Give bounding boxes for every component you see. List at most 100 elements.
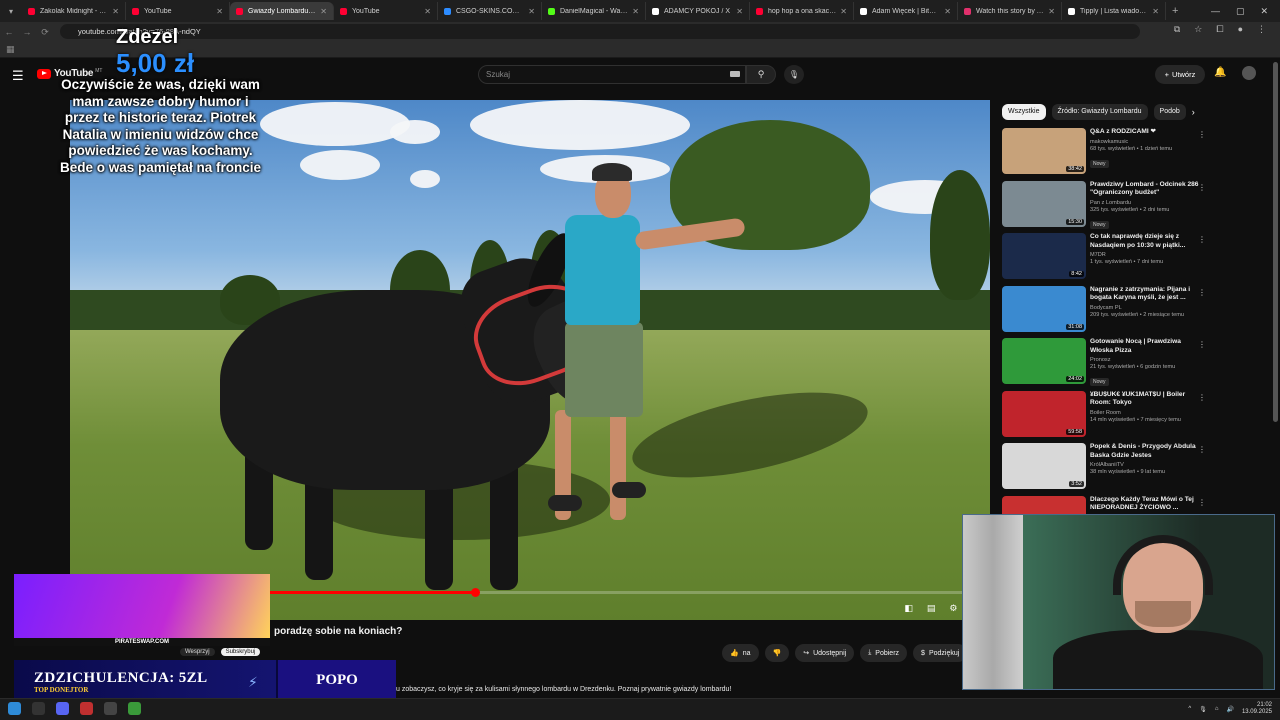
discord-icon[interactable] <box>56 702 69 715</box>
more-options-icon[interactable]: ⋮ <box>1198 130 1206 139</box>
autoplay-toggle-icon[interactable]: ◧ <box>904 603 913 614</box>
join-button[interactable]: Wesprzyj <box>180 648 215 656</box>
recommended-title[interactable]: Nagranie z zatrzymania: Pijana i bogata … <box>1090 286 1200 303</box>
url-input[interactable]: youtube.com/watch?v=76-88A-ndQY <box>60 24 1140 39</box>
tab-close-icon[interactable]: ✕ <box>1048 7 1055 16</box>
video-thumbnail[interactable]: 38:42 <box>1002 128 1086 174</box>
browser-menu-icon[interactable]: ⋮ <box>1257 24 1266 35</box>
notifications-bell-icon[interactable]: 🔔 <box>1214 67 1226 78</box>
recommended-channel[interactable]: KrólAlbaniiTV <box>1090 462 1200 468</box>
recommended-video[interactable]: 8:42 Co tak naprawdę dzieje się z Nasdaqi… <box>1002 233 1247 281</box>
recommended-video[interactable]: 59:58 ¥BU$UK€ ¥UK1MAT$U | Boiler Room: To… <box>1002 390 1247 439</box>
more-options-icon[interactable]: ⋮ <box>1198 235 1206 244</box>
share-button[interactable]: ↪ Udostępnij <box>795 644 855 662</box>
taskbar-app-icon[interactable] <box>32 702 45 715</box>
tab-close-icon[interactable]: ✕ <box>320 7 327 16</box>
recommended-channel[interactable]: Pronosz <box>1090 357 1200 363</box>
cast-icon[interactable]: ⧉ <box>1174 24 1180 35</box>
recommended-channel[interactable]: makowkamusic <box>1090 139 1200 145</box>
chrome-icon[interactable] <box>128 702 141 715</box>
browser-tab[interactable]: Adam Więcek | Bitmy kowal ✕ <box>854 2 958 20</box>
voice-search-button[interactable]: 🎙 <box>784 65 804 84</box>
browser-tab[interactable]: DanielMagical - Watch cli✕ <box>542 2 646 20</box>
browser-tab[interactable]: Zakolak Midnight - Łysy V ✕ <box>22 2 126 20</box>
mic-tray-icon[interactable]: 🎙 <box>1199 706 1207 713</box>
chip-all[interactable]: Wszystkie <box>1002 104 1046 120</box>
subscribe-button[interactable]: Subskrybuj <box>220 648 261 656</box>
video-thumbnail[interactable]: 59:58 <box>1002 390 1086 437</box>
tray-chevron-icon[interactable]: ^ <box>1188 706 1191 712</box>
recommended-title[interactable]: Co tak naprawdę dzieje się z Nasdaqiem p… <box>1090 233 1200 250</box>
more-options-icon[interactable]: ⋮ <box>1198 288 1206 297</box>
browser-tab[interactable]: ADAMCY POKOJ / X ✕ <box>646 2 750 20</box>
chevron-right-icon[interactable]: › <box>1192 104 1195 120</box>
download-button[interactable]: ⤓ Pobierz <box>860 644 908 662</box>
video-thumbnail[interactable]: 8:42 <box>1002 233 1086 279</box>
recommended-channel[interactable]: Boiler Room <box>1090 410 1200 416</box>
like-button[interactable]: 👍 na <box>722 644 759 662</box>
video-thumbnail[interactable]: 15:30 <box>1002 180 1086 227</box>
recommended-channel[interactable]: Bodycam PL <box>1090 305 1200 311</box>
recommended-title[interactable]: Gotowanie Nocą | Prawdziwa Włoska Pizza <box>1090 338 1200 355</box>
create-button[interactable]: + Utwórz <box>1155 65 1205 84</box>
more-options-icon[interactable]: ⋮ <box>1198 183 1206 192</box>
recommended-title[interactable]: ¥BU$UK€ ¥UK1MAT$U | Boiler Room: Tokyo <box>1090 391 1200 408</box>
tab-search-icon[interactable]: ▾ <box>0 0 22 22</box>
recommended-title[interactable]: Q&A z RODZICAMI ❤ <box>1090 128 1200 137</box>
volume-icon[interactable]: 🔊 <box>1226 706 1233 713</box>
close-window-icon[interactable]: ✕ <box>1260 6 1268 17</box>
tab-close-icon[interactable]: ✕ <box>944 7 951 16</box>
tab-close-icon[interactable]: ✕ <box>112 7 119 16</box>
back-icon[interactable]: ← <box>0 27 18 37</box>
recommended-video[interactable]: 3:52 Popek & Denis - Przygody Abdula Bask… <box>1002 443 1247 491</box>
search-input[interactable]: Szukaj <box>478 65 746 84</box>
keyboard-icon[interactable] <box>730 71 740 77</box>
video-description[interactable]: u zobaczysz, co kryje się za kulisami sł… <box>396 686 731 693</box>
recommended-video[interactable]: 31:08 Nagranie z zatrzymania: Pijana i bo… <box>1002 285 1247 334</box>
more-options-icon[interactable]: ⋮ <box>1198 498 1206 507</box>
search-button[interactable]: ⚲ <box>746 65 776 84</box>
recommended-channel[interactable]: Pan z Lombardu <box>1090 200 1200 206</box>
chip-similar[interactable]: Podob <box>1153 104 1186 120</box>
thanks-button[interactable]: $ Podziękuj <box>913 644 968 662</box>
browser-tab[interactable]: YouTube ✕ <box>334 2 438 20</box>
video-thumbnail[interactable]: 3:52 <box>1002 443 1086 489</box>
settings-gear-icon[interactable]: ⚙ <box>949 603 957 614</box>
video-thumbnail[interactable]: 24:02 <box>1002 338 1086 384</box>
recommended-title[interactable]: Dlaczego Każdy Teraz Mówi o Tej NIEPORAD… <box>1090 496 1200 513</box>
taskbar-clock[interactable]: 21:02 13.09.2025 <box>1242 702 1272 716</box>
video-scrubber-handle[interactable] <box>470 588 480 597</box>
recommended-video[interactable]: 38:42 Q&A z RODZICAMI ❤ makowkamusic 68 tys… <box>1002 128 1247 176</box>
recommended-title[interactable]: Popek & Denis - Przygody Abdula Baska Gd… <box>1090 443 1200 460</box>
browser-tab[interactable]: CSGO-SKINS.COM - Najle ✕ <box>438 2 542 20</box>
extensions-icon[interactable]: ⧠ <box>1216 24 1223 35</box>
network-icon[interactable]: ⌂ <box>1215 706 1219 712</box>
more-options-icon[interactable]: ⋮ <box>1198 445 1206 454</box>
windows-start-icon[interactable] <box>8 702 21 715</box>
maximize-icon[interactable]: ▢ <box>1236 6 1245 17</box>
tab-close-icon[interactable]: ✕ <box>736 7 743 16</box>
tab-close-icon[interactable]: ✕ <box>528 7 535 16</box>
more-options-icon[interactable]: ⋮ <box>1198 340 1206 349</box>
tab-close-icon[interactable]: ✕ <box>216 7 223 16</box>
subtitles-icon[interactable]: ▤ <box>927 603 936 614</box>
recommended-title[interactable]: Prawdziwy Lombard - Odcinek 286 "Ogranic… <box>1090 181 1200 198</box>
recommended-channel[interactable]: M7DR <box>1090 252 1200 258</box>
video-thumbnail[interactable]: 31:08 <box>1002 285 1086 332</box>
bookmark-star-icon[interactable]: ☆ <box>1194 24 1202 35</box>
chip-source[interactable]: Źródło: Gwiazdy Lombardu <box>1051 104 1148 120</box>
apps-grid-icon[interactable]: ▦ <box>6 44 15 55</box>
page-scrollbar[interactable] <box>1273 62 1278 422</box>
profile-icon[interactable]: ● <box>1238 24 1243 35</box>
opera-icon[interactable] <box>80 702 93 715</box>
more-options-icon[interactable]: ⋮ <box>1198 393 1206 402</box>
browser-tab[interactable]: hop hop a ona skaczep ✕ <box>750 2 854 20</box>
recommended-video[interactable]: 24:02 Gotowanie Nocą | Prawdziwa Włoska P… <box>1002 338 1247 386</box>
tab-close-icon[interactable]: ✕ <box>840 7 847 16</box>
guide-menu-icon[interactable]: ☰ <box>12 68 24 84</box>
tab-close-icon[interactable]: ✕ <box>632 7 639 16</box>
dislike-button[interactable]: 👎 <box>764 644 790 662</box>
tab-close-icon[interactable]: ✕ <box>424 7 431 16</box>
browser-tab[interactable]: Watch this story by Adria✕ <box>958 2 1062 20</box>
video-player[interactable]: ◧ ▤ ⚙ ▭ <box>70 100 990 620</box>
